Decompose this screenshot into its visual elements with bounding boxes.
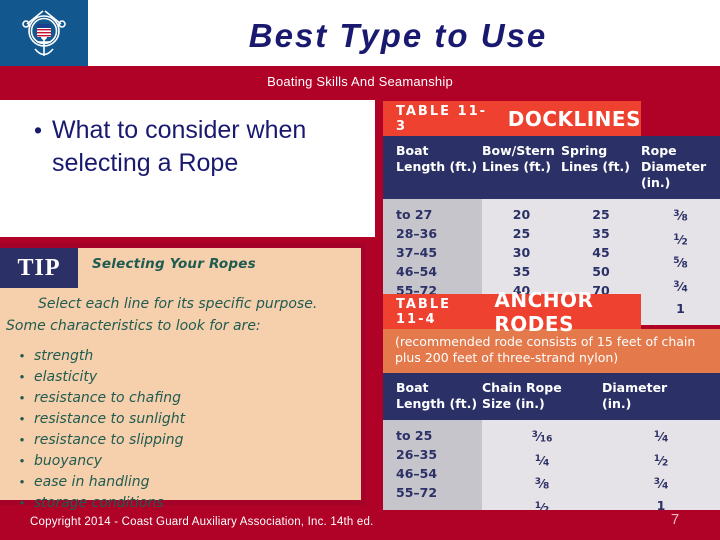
column-header-bow-stern-lines: Bow/Stern Lines (ft.) [482,143,555,174]
column-header-spring-lines: Spring Lines (ft.) [561,143,631,174]
slide: Best Type to Use Boating Skills And Seam… [0,0,720,540]
tip-bullet-text: resistance to chafing [34,390,182,406]
list-item: • resistance to slipping [10,430,350,451]
list-item: • strength [10,346,350,367]
list-item: • ease in handling [10,472,350,493]
tip-flag: TIP [0,248,78,288]
table-note: (recommended rode consists of 15 feet of… [383,329,720,373]
table-cell: 1⁄2 [653,453,669,468]
bullet-marker-icon: • [19,474,25,489]
table-cell: 26–35 [396,447,438,462]
table-name: ANCHOR RODES [494,287,594,336]
bullet-marker-icon: • [19,348,25,363]
footer-copyright: Copyright 2014 - Coast Guard Auxiliary A… [30,516,374,528]
table-cell: 3⁄16 [531,430,553,445]
tip-bullet-text: ease in handling [34,474,150,490]
tip-heading: Selecting Your Ropes [92,256,256,272]
main-bullet-text: What to consider when selecting a Rope [52,116,307,177]
list-item: • What to consider when selecting a Rope [34,114,364,180]
table-cell: 35 [512,264,531,279]
table-cell: 45 [592,245,610,260]
table-cell: 1⁄2 [673,232,688,247]
tip-box: TIP Selecting Your Ropes Select each lin… [0,243,366,511]
tip-bullet-text: resistance to sunlight [34,411,186,427]
bullet-marker-icon: • [19,411,25,426]
bullet-marker-icon: • [19,390,25,405]
coast-guard-seal-icon [0,0,88,66]
tip-bullet-list: • strength • elasticity • resistance to chafi… [10,346,350,514]
main-bullet-panel: • What to consider when selecting a Rope [0,100,375,237]
table-cell: 1⁄4 [534,453,550,468]
tip-lead-line-1: Select each line for its specific purpos… [38,296,318,312]
table-cell: 28–36 [396,226,438,241]
table-cell: 3⁄8 [673,209,688,224]
table-number: TABLE 11-4 [396,296,451,327]
table-anchor-rodes: TABLE 11-4 ANCHOR RODES (recommended rod… [383,288,720,527]
list-item: • resistance to sunlight [10,409,350,430]
table-cell: 55–72 [396,485,438,500]
table-cell: 46–54 [396,264,438,279]
column-header-rope-diameter: Rope Diameter (in.) [641,143,707,190]
table-cell: to 27 [396,207,433,222]
table-cell: 25 [512,226,531,241]
list-item: • resistance to chafing [10,388,350,409]
table-header-row: Boat Length (ft.) Bow/Stern Lines (ft.) Sp… [383,136,720,199]
list-item: • elasticity [10,367,350,388]
table-cell: 20 [512,207,531,222]
table-cell: 37–45 [396,245,438,260]
table-cell: 3⁄8 [534,476,550,492]
column-header-diameter: Diameter (in.) [602,380,668,411]
column-header-chain-rope-size: Chain Rope Size (in.) [482,380,562,411]
table-cell: 50 [592,264,610,279]
table-header-row: Boat Length (ft.) Chain Rope Size (in.) Di… [383,373,720,420]
table-number: TABLE 11-3 [396,103,488,134]
column-header-boat-length: Boat Length (ft.) [396,380,478,411]
table-cell: 3⁄4 [653,476,669,492]
table-cell: 30 [512,245,531,260]
tip-bullet-text: elasticity [34,369,98,385]
bullet-marker-icon: • [34,117,43,143]
table-cell: 1⁄4 [653,430,669,445]
table-cell: to 25 [396,428,433,443]
tip-bullet-text: resistance to slipping [34,432,184,448]
table-name: DOCKLINES [507,106,641,131]
list-item: • buoyancy [10,451,350,472]
tip-flag-label: TIP [17,254,61,281]
column-header-boat-length: Boat Length (ft.) [396,143,478,174]
main-bullet-list: • What to consider when selecting a Rope [34,114,364,180]
tip-bullet-text: buoyancy [34,453,103,469]
page-number: 7 [670,511,680,528]
bullet-marker-icon: • [19,432,25,447]
bullet-marker-icon: • [19,453,25,468]
table-cell: 46–54 [396,466,438,481]
tip-lead-line-2: Some characteristics to look for are: [6,318,261,334]
bullet-marker-icon: • [19,369,25,384]
table-cell: 35 [592,226,610,241]
table-cell: 25 [592,207,610,222]
page-title: Best Type to Use [248,17,548,54]
table-title-bar: TABLE 11-4 ANCHOR RODES [383,288,641,336]
table-cell: 5⁄8 [673,255,688,271]
table-title-bar: TABLE 11-3 DOCKLINES [383,101,641,136]
tip-bullet-text: strength [34,348,94,364]
header-subtitle: Boating Skills And Seamanship [267,74,453,89]
